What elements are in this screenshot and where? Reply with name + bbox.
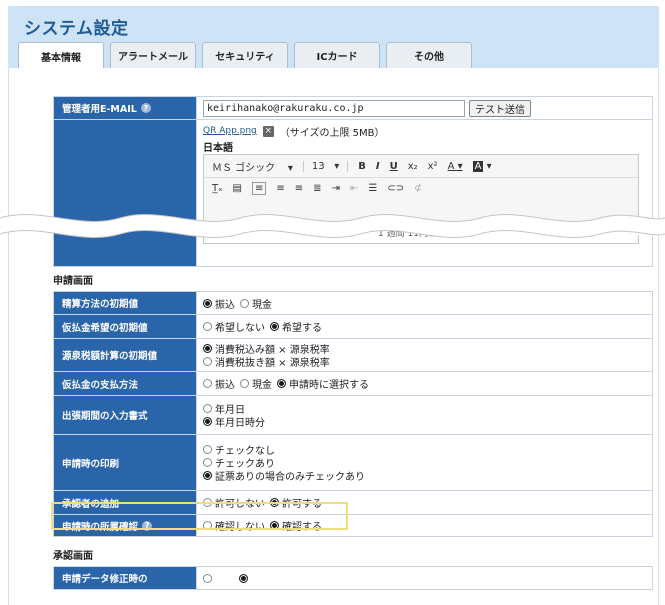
radio-button[interactable] [203,458,212,467]
italic-button[interactable]: I [376,161,380,172]
bold-button[interactable]: B [358,161,366,172]
outdent-icon[interactable]: ⇤ [350,183,358,194]
justify-icon[interactable]: ≣ [313,183,321,194]
indent-icon[interactable]: ⇥ [332,183,340,194]
radio-button[interactable] [203,322,212,331]
application-section-title: 申請画面 [53,276,93,287]
paste-icon[interactable]: ▤ [233,183,242,194]
row-label: 源泉税額計算の初期値 [54,339,197,371]
row-label: 申請時の印刷 [54,435,197,490]
radio-button[interactable] [203,298,212,308]
approval-section-title: 承認画面 [53,551,93,562]
superscript-button[interactable]: x² [428,161,438,172]
row-value: 消費税込み額 × 源泉税率 消費税抜き額 × 源泉税率 [197,339,652,371]
subscript-button[interactable]: x₂ [408,161,418,172]
settlement-method-row: 精算方法の初期値 振込 現金 [54,291,653,315]
row-label: 精算方法の初期値 [54,292,197,314]
align-left-icon[interactable]: ≡ [252,182,267,195]
size-select[interactable]: 13 ▾ [302,160,349,172]
tab-security[interactable]: セキュリティ [202,42,288,68]
highlight-frame [51,502,348,530]
page-title: システム設定 [24,19,129,39]
admin-email-value: keirihanako@rakuraku.co.jp テスト送信 [197,97,652,119]
rich-text-editor: ＭＳ ゴシック ▾ 13 ▾ B I U x₂ x² A ▾ A ▾ T̲ₓ ▤… [203,154,639,244]
row-value: 振込 現金 [197,292,652,314]
list-icon[interactable]: ☰ [368,183,377,194]
radio-button[interactable] [203,445,212,454]
approval-settings-table: 申請データ修正時の [53,566,653,590]
admin-email-table: 管理者用E-MAIL ? keirihanako@rakuraku.co.jp … [53,96,653,267]
advance-payment-row: 仮払金の支払方法 振込 現金 申請時に選択する [54,372,653,396]
editor-toolbar-2: T̲ₓ ▤ ≡ ≡ ≡ ≣ ⇥ ⇤ ☰ ⊂⊃ ⊄ [204,177,638,199]
radio-button[interactable] [277,379,286,388]
font-select[interactable]: ＭＳ ゴシック ▾ [212,159,293,174]
remove-attachment-icon[interactable]: × [262,125,274,137]
radio-button[interactable] [203,379,212,388]
radio-button[interactable] [240,298,249,308]
radio-button[interactable] [203,344,212,353]
radio-button[interactable] [203,417,212,426]
align-center-icon[interactable]: ≡ [276,183,284,194]
language-label: 日本語 [203,142,233,154]
radio-button[interactable] [203,404,212,413]
mail-body-row: QR App.png × （サイズの上限 5MB） 日本語 ＭＳ ゴシック ▾ … [54,120,653,267]
trip-period-format-row: 出張期間の入力書式 年月日 年月日時分 [54,396,653,435]
link-icon[interactable]: ⊂⊃ [387,183,404,194]
tab-other[interactable]: その他 [386,42,472,68]
withholding-calc-row: 源泉税額計算の初期値 消費税込み額 × 源泉税率 消費税抜き額 × 源泉税率 [54,339,653,372]
row-value: 希望しない 希望する [197,315,652,338]
row-value: チェックなし チェックあり 証票ありの場合のみチェックあり [197,435,652,490]
editor-toolbar-1: ＭＳ ゴシック ▾ 13 ▾ B I U x₂ x² A ▾ A ▾ [204,155,638,177]
size-limit-note: （サイズの上限 5MB） [279,127,385,139]
tab-basic-info[interactable]: 基本情報 [18,42,104,69]
tab-alert-mail[interactable]: アラートメール [110,42,196,68]
print-on-apply-row: 申請時の印刷 チェックなし チェックあり 証票ありの場合のみチェックあり [54,435,653,491]
editor-body[interactable]: 1 週間 11円かかり生 [206,221,636,243]
radio-button[interactable] [240,379,249,388]
row-value: 年月日 年月日時分 [197,396,652,434]
admin-email-row: 管理者用E-MAIL ? keirihanako@rakuraku.co.jp … [54,96,653,120]
row-label: 仮払金の支払方法 [54,372,197,395]
row-value [197,567,652,589]
clear-format-icon[interactable]: T̲ₓ [212,183,223,194]
bg-color-button[interactable]: A ▾ [472,160,492,172]
help-icon[interactable]: ? [140,103,151,113]
application-settings-table: 精算方法の初期値 振込 現金 仮払金希望の初期値 希望しない 希望する 源泉税額… [53,291,653,537]
test-send-button[interactable]: テスト送信 [469,99,531,117]
data-edit-row: 申請データ修正時の [54,566,653,590]
row-value: 振込 現金 申請時に選択する [197,372,652,395]
align-right-icon[interactable]: ≡ [295,183,303,194]
row-label: 出張期間の入力書式 [54,396,197,434]
text-color-button[interactable]: A ▾ [448,161,463,172]
admin-email-input[interactable]: keirihanako@rakuraku.co.jp [203,99,465,117]
advance-request-row: 仮払金希望の初期値 希望しない 希望する [54,315,653,339]
underline-button[interactable]: U [390,161,398,172]
admin-email-label: 管理者用E-MAIL ? [54,97,197,119]
row-label: 申請データ修正時の [54,567,197,589]
radio-button[interactable] [270,322,279,331]
row-label: 仮払金希望の初期値 [54,315,197,338]
settings-content: 管理者用E-MAIL ? keirihanako@rakuraku.co.jp … [8,68,659,605]
radio-button[interactable] [203,357,212,366]
mail-body-value: QR App.png × （サイズの上限 5MB） 日本語 ＭＳ ゴシック ▾ … [197,120,652,266]
radio-button[interactable] [203,471,212,480]
unlink-icon[interactable]: ⊄ [414,183,422,194]
tab-ic-card[interactable]: ICカード [294,42,380,68]
attachment-link[interactable]: QR App.png [203,126,257,136]
radio-button[interactable] [239,573,248,583]
mail-body-label [54,120,197,266]
radio-button[interactable] [203,573,212,583]
